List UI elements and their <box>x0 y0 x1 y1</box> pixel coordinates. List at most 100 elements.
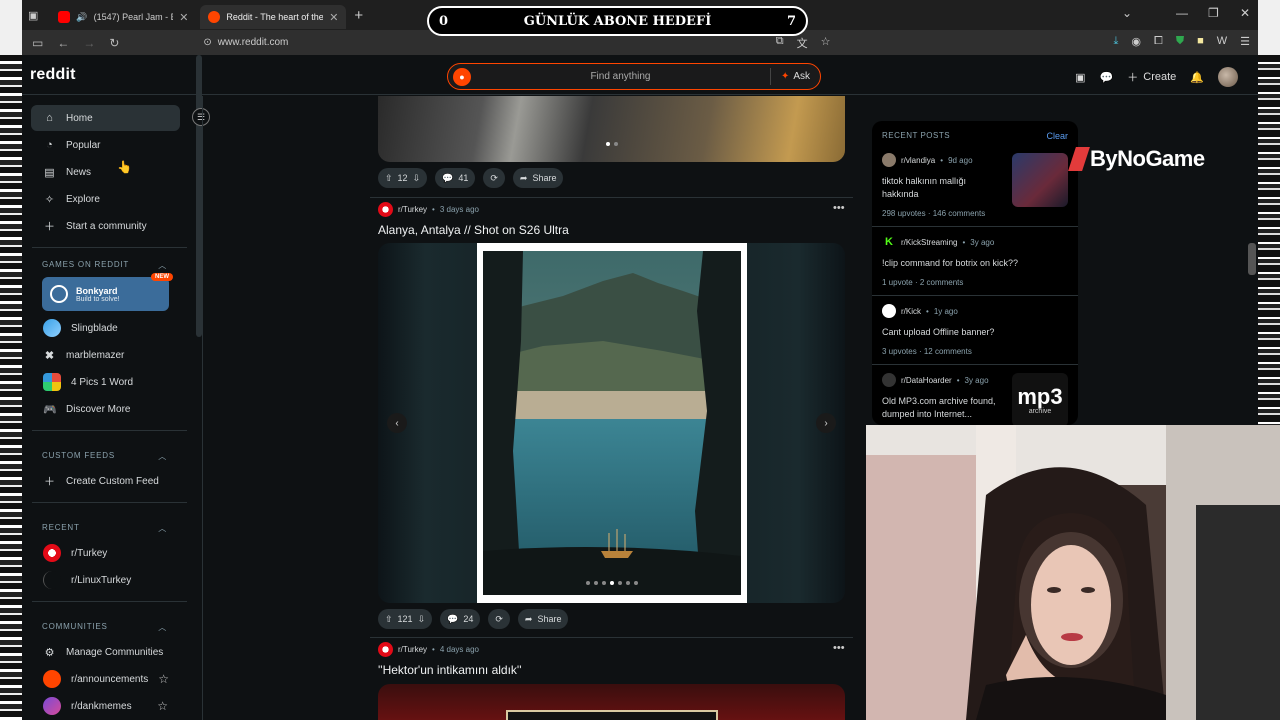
previous-post-media[interactable] <box>378 96 845 162</box>
youtube-icon <box>58 11 71 23</box>
carousel-prev-button[interactable]: ‹ <box>387 413 407 433</box>
shield-extension-icon[interactable]: ⛊ <box>1176 35 1184 51</box>
crosspost-button[interactable]: ⟳ <box>488 609 510 629</box>
recent-posts-header: RECENT POSTS Clear <box>872 121 1078 145</box>
sidebar-item-r-turkey[interactable]: r/Turkey <box>31 540 180 566</box>
recent-post-comments: 2 comments <box>919 278 964 287</box>
sidebar-item-explore[interactable]: ✧ Explore <box>31 186 180 212</box>
crosspost-button[interactable]: ⟳ <box>483 168 505 188</box>
favorite-star-icon[interactable]: ☆ <box>157 699 168 713</box>
share-button[interactable]: ➦ Share <box>517 609 569 629</box>
sidebar-item-discover-more[interactable]: 🎮 Discover More <box>31 396 180 422</box>
w-extension-icon[interactable]: W <box>1217 35 1227 51</box>
sidebar-item-slingblade[interactable]: Slingblade <box>31 315 180 341</box>
chat-icon[interactable]: 💬 <box>1100 71 1114 84</box>
ask-button[interactable]: ✦ Ask <box>769 68 820 85</box>
create-button[interactable]: ＋ Create <box>1127 69 1176 85</box>
photo-frame <box>477 243 747 603</box>
post-media[interactable] <box>378 684 845 720</box>
carousel-next-button[interactable]: › <box>816 413 836 433</box>
back-icon[interactable]: ← <box>57 36 69 50</box>
post-title[interactable]: ''Hektor'un intikamını aldık'' <box>378 663 522 677</box>
recent-post-item[interactable]: r/DataHoarder • 3y ago Old MP3.com archi… <box>872 365 1078 425</box>
post-subreddit[interactable]: r/Turkey <box>398 205 427 214</box>
ask-sparkle-icon: ✦ <box>780 71 790 82</box>
sidebar-item-r-linuxturkey[interactable]: r/LinuxTurkey <box>31 567 180 593</box>
upvote-icon[interactable]: ⇧ <box>385 173 393 184</box>
downvote-icon[interactable]: ⇩ <box>413 173 421 184</box>
close-icon[interactable]: ✕ <box>179 11 188 24</box>
sidebar-item-label: Discover More <box>66 403 131 415</box>
post-title[interactable]: Alanya, Antalya // Shot on S26 Ultra <box>378 223 569 237</box>
upvote-icon[interactable]: ⇧ <box>385 614 393 625</box>
new-tab-button[interactable]: + <box>354 7 363 24</box>
account-icon[interactable]: ◉ <box>1131 35 1141 51</box>
page-scrollbar[interactable] <box>1248 243 1256 275</box>
sidebar-item-home[interactable]: ⌂ Home <box>31 105 180 131</box>
tab-overview-icon[interactable]: ▣ <box>28 9 38 22</box>
sidebar-toggle-icon[interactable]: ▭ <box>32 36 43 50</box>
sidebar-item-r-dankmemes[interactable]: r/dankmemes ☆ <box>31 693 180 719</box>
vote-pill: ⇧ 121 ⇩ <box>378 609 433 629</box>
share-button[interactable]: ➦ Share <box>512 168 564 188</box>
recent-post-item[interactable]: K r/KickStreaming • 3y ago !clip command… <box>872 227 1078 296</box>
tab-search-icon[interactable]: ⌄ <box>1122 6 1132 20</box>
url-field[interactable]: ⊙ www.reddit.com <box>203 37 288 48</box>
site-info-icon[interactable]: ⊙ <box>203 37 211 48</box>
recent-post-item[interactable]: r/vlandiya • 9d ago tiktok halkının mall… <box>872 145 1078 227</box>
note-extension-icon[interactable]: ■ <box>1197 35 1204 51</box>
download-icon[interactable]: ⤓ <box>1114 35 1119 51</box>
minimize-button[interactable]: — <box>1176 6 1188 20</box>
comments-button[interactable]: 💬 41 <box>435 168 476 188</box>
sidebar-item-r-announcements[interactable]: r/announcements ☆ <box>31 666 180 692</box>
post-divider <box>370 197 853 198</box>
bookmark-star-icon[interactable]: ☆ <box>821 35 831 51</box>
downvote-icon[interactable]: ⇩ <box>418 614 426 625</box>
tab-reddit[interactable]: Reddit - The heart of the intern ✕ <box>200 5 347 29</box>
collapse-sidebar-button[interactable]: ☰ <box>192 108 210 126</box>
forward-icon[interactable]: → <box>83 36 95 50</box>
vote-count: 12 <box>397 173 408 183</box>
recent-post-item[interactable]: r/Kick • 1y ago Cant upload Offline bann… <box>872 296 1078 365</box>
sidebar-item-popular[interactable]: ◔ Popular <box>31 132 180 158</box>
sidebar-item-create-custom-feed[interactable]: ＋ Create Custom Feed <box>31 468 180 494</box>
close-window-button[interactable]: ✕ <box>1240 6 1250 20</box>
menu-icon[interactable]: ☰ <box>1240 35 1250 51</box>
sidebar-item-4pics1word[interactable]: 4 Pics 1 Word <box>31 369 180 395</box>
tab-youtube[interactable]: 🔊 (1547) Pearl Jam - Black (Of ✕ <box>50 5 196 29</box>
post-media-carousel[interactable]: ‹ › <box>378 243 845 603</box>
favorite-star-icon[interactable]: ☆ <box>158 672 169 686</box>
maximize-button[interactable]: ❐ <box>1208 6 1219 20</box>
search-bar[interactable]: ● Find anything ✦ Ask <box>447 63 821 90</box>
games-section-header[interactable]: GAMES ON REDDIT ︿ <box>42 260 167 271</box>
notification-bell-icon[interactable]: 🔔 <box>1190 71 1204 84</box>
communities-section-header[interactable]: COMMUNITIES ︿ <box>42 622 167 633</box>
close-icon[interactable]: ✕ <box>329 11 338 24</box>
more-options-icon[interactable]: ••• <box>833 202 845 214</box>
gear-icon: ⚙ <box>44 646 55 659</box>
sidebar-item-marblemazer[interactable]: ✖ marblemazer <box>31 342 180 368</box>
sidebar-item-start-community[interactable]: ＋ Start a community <box>31 213 180 239</box>
speaker-icon: 🔊 <box>76 11 88 22</box>
more-options-icon[interactable]: ••• <box>833 642 845 654</box>
reload-icon[interactable]: ↻ <box>109 36 119 50</box>
extensions-icon[interactable]: ⧠ <box>1154 35 1163 51</box>
recent-section-header[interactable]: RECENT ︿ <box>42 523 167 534</box>
chevron-up-icon: ︿ <box>158 524 167 533</box>
sidebar-item-manage-communities[interactable]: ⚙ Manage Communities <box>31 639 180 665</box>
featured-game-bonkyard[interactable]: Bonkyard Build to solve! NEW <box>42 273 173 311</box>
post-subreddit[interactable]: r/Turkey <box>398 645 427 654</box>
translate-icon[interactable]: 文 <box>797 35 808 51</box>
user-avatar[interactable] <box>1218 67 1238 87</box>
install-icon[interactable]: ⧉ <box>776 35 784 51</box>
recent-post-comments: 12 comments <box>923 347 972 356</box>
carousel-dot <box>614 142 618 146</box>
vote-count: 121 <box>397 614 413 624</box>
comments-button[interactable]: 💬 24 <box>440 609 481 629</box>
reddit-logo[interactable]: reddit <box>30 66 76 84</box>
custom-feeds-section-header[interactable]: CUSTOM FEEDS ︿ <box>42 451 167 462</box>
sidebar-item-news[interactable]: ▤ News <box>31 159 180 185</box>
advertise-icon[interactable]: ▣ <box>1075 71 1085 84</box>
goal-title: GÜNLÜK ABONE HEDEFİ <box>523 13 712 29</box>
clear-button[interactable]: Clear <box>1046 131 1068 141</box>
